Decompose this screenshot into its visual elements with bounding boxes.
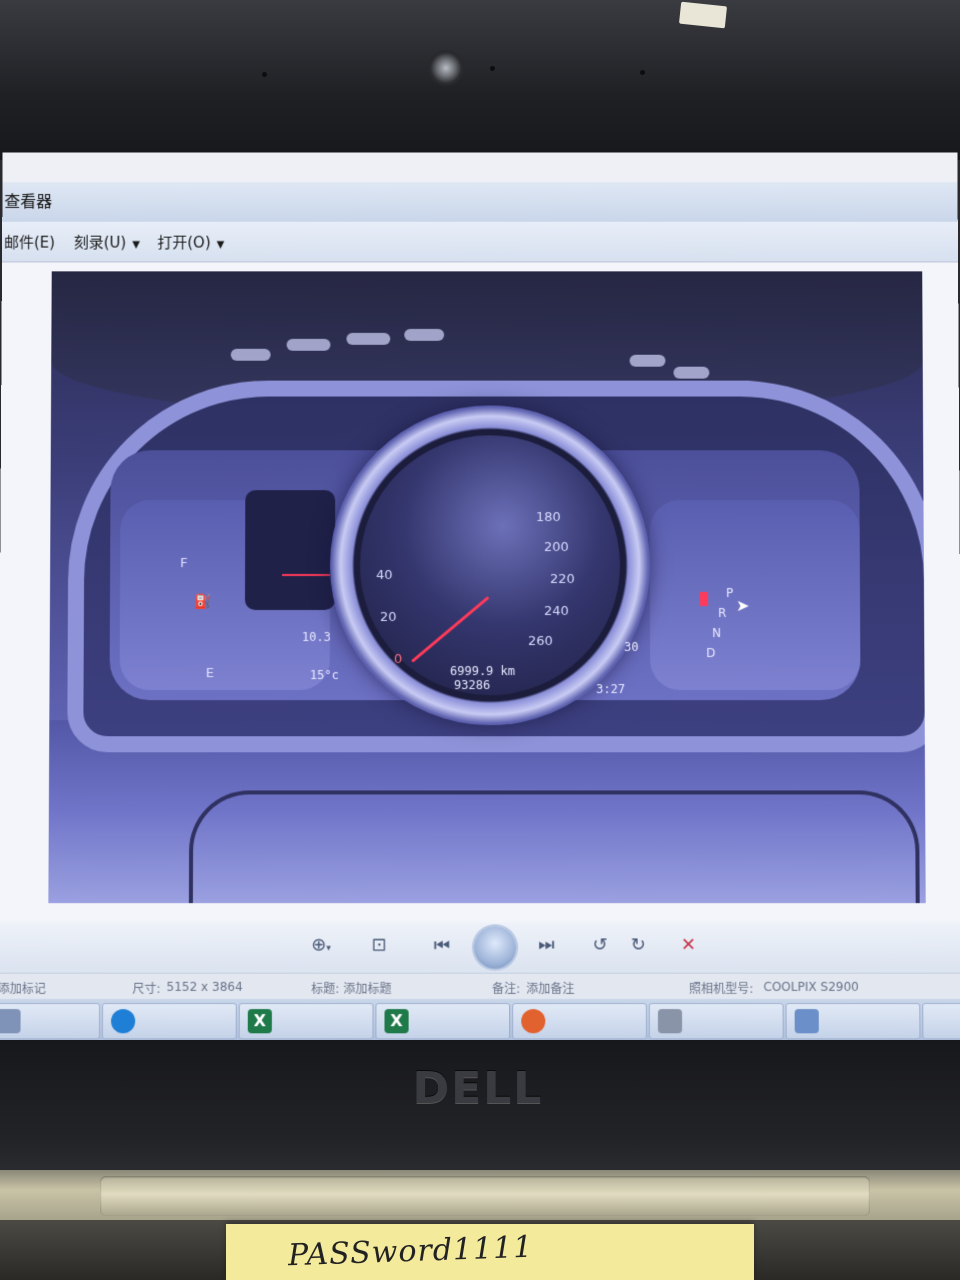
taskbar-button-photo-viewer[interactable] [785, 1003, 921, 1040]
comment-label: 备注: [492, 981, 521, 996]
title-value[interactable]: 添加标题 [343, 980, 391, 997]
menu-email[interactable]: 邮件(E) [4, 232, 55, 253]
hinge-bar [100, 1176, 870, 1216]
right-number: 30 [624, 640, 639, 655]
warning-indicator [699, 592, 709, 606]
dropdown-arrow-icon: ▼ [132, 239, 140, 251]
edge-icon [110, 1009, 136, 1034]
tags-value[interactable]: 添加标记 [0, 980, 46, 997]
taskbar-button-folder[interactable] [0, 1003, 101, 1040]
menu-burn[interactable]: 刻录(U) ▼ [74, 232, 140, 253]
webcam [428, 50, 464, 86]
vent-slat [346, 332, 391, 345]
menu-open[interactable]: 打开(O) ▼ [157, 232, 224, 253]
menu-email-label: 邮件(E) [4, 233, 56, 252]
comment-value[interactable]: 添加备注 [526, 980, 574, 997]
dimensions-label: 尺寸: [132, 981, 161, 996]
taskbar-button-firefox[interactable] [512, 1003, 647, 1040]
fuel-empty-label: E [205, 666, 214, 682]
laptop-top-bezel [0, 0, 960, 160]
speed-tick: 20 [379, 610, 397, 626]
speed-tick: 180 [535, 510, 561, 526]
speed-tick: 40 [376, 568, 393, 584]
zoom-icon[interactable]: ⊕▾ [311, 934, 331, 955]
mouse-cursor-icon: ➤ [736, 595, 750, 616]
temp-needle [282, 574, 331, 577]
gear-n: N [712, 626, 722, 641]
temperature-reading: 15°c [309, 668, 339, 683]
dashboard-photo: F E ⛽ 10.3 15°c 0 20 40 180 200 220 240 … [48, 271, 926, 904]
slideshow-icon[interactable] [473, 926, 517, 969]
previous-icon[interactable]: ⏮ [434, 934, 450, 955]
left-reading: 10.3 [301, 630, 331, 645]
laptop-bottom-bezel: DELL [0, 1040, 960, 1180]
camera-label: 照相机型号: [689, 981, 754, 996]
camera-value: COOLPIX S2900 [763, 979, 859, 994]
dimensions-value: 5152 x 3864 [166, 979, 243, 994]
vent-slat [230, 348, 271, 361]
taskbar-button-edge[interactable] [101, 1003, 237, 1040]
rotate-clockwise-icon[interactable]: ↻ [631, 934, 646, 955]
vent-slat [673, 366, 710, 379]
window-titlebar: 查看器 [2, 182, 958, 222]
laptop-screen: 查看器 邮件(E) 刻录(U) ▼ 打开(O) ▼ F E ⛽ 10.3 15°… [0, 152, 960, 1043]
steering-wheel-edge [188, 790, 920, 904]
right-pod [649, 500, 861, 691]
vent-slat [629, 354, 666, 367]
title-label: 标题: [311, 981, 340, 996]
gear-d: D [706, 646, 716, 661]
fuel-pump-icon: ⛽ [193, 594, 212, 611]
sticky-note: PASSword1111 [226, 1224, 754, 1280]
dropdown-arrow-icon: ▼ [216, 239, 225, 251]
status-bar: 添加标记 尺寸: 5152 x 3864 标题: 添加标题 备注: 添加备注 照… [0, 972, 960, 1000]
menu-open-label: 打开(O) [157, 233, 211, 252]
fuel-full-label: F [180, 556, 188, 572]
window-title: 查看器 [4, 192, 53, 211]
viewer-toolbar: ⊕▾ ⊡ ⏮ ⏭ ↺ ↻ ✕ [0, 922, 960, 973]
speed-tick: 0 [393, 652, 403, 668]
trip-odometer: 6999.9 km [449, 664, 516, 679]
speed-tick: 240 [544, 603, 569, 620]
taskbar-button-camera[interactable] [648, 1003, 784, 1040]
clock-time: 3:27 [596, 682, 626, 697]
gear-r: R [718, 605, 727, 621]
speed-tick: 260 [528, 634, 553, 650]
excel-icon: X [384, 1009, 409, 1034]
excel-icon: X [247, 1009, 272, 1034]
speed-tick: 220 [549, 572, 575, 588]
next-icon[interactable]: ⏭ [538, 934, 554, 955]
menu-burn-label: 刻录(U) [73, 233, 127, 252]
gear-p: P [725, 586, 734, 600]
photo-viewer-icon [794, 1009, 819, 1034]
fit-icon[interactable]: ⊡ [372, 934, 387, 955]
taskbar-show-desktop[interactable] [922, 1003, 960, 1040]
dell-logo: DELL [412, 1063, 544, 1114]
camera-icon [657, 1009, 683, 1034]
left-display [244, 490, 336, 611]
vent-slat [404, 328, 445, 341]
sticky-note-text: PASSword1111 [287, 1229, 534, 1274]
tape-strip [678, 1, 728, 29]
sensor-dot [640, 70, 645, 75]
total-odometer: 93286 [453, 678, 491, 693]
taskbar: X X [0, 998, 960, 1043]
sensor-dot [490, 66, 495, 71]
delete-icon[interactable]: ✕ [681, 934, 696, 955]
firefox-icon [521, 1009, 546, 1034]
vent-slat [286, 338, 331, 351]
menu-bar: 邮件(E) 刻录(U) ▼ 打开(O) ▼ [1, 221, 959, 263]
folder-icon [0, 1009, 21, 1034]
taskbar-button-excel-1[interactable]: X [238, 1003, 374, 1040]
speed-tick: 200 [543, 540, 569, 556]
rotate-counterclockwise-icon[interactable]: ↺ [592, 934, 607, 955]
taskbar-button-excel-2[interactable]: X [375, 1003, 511, 1040]
sensor-dot [262, 72, 267, 77]
